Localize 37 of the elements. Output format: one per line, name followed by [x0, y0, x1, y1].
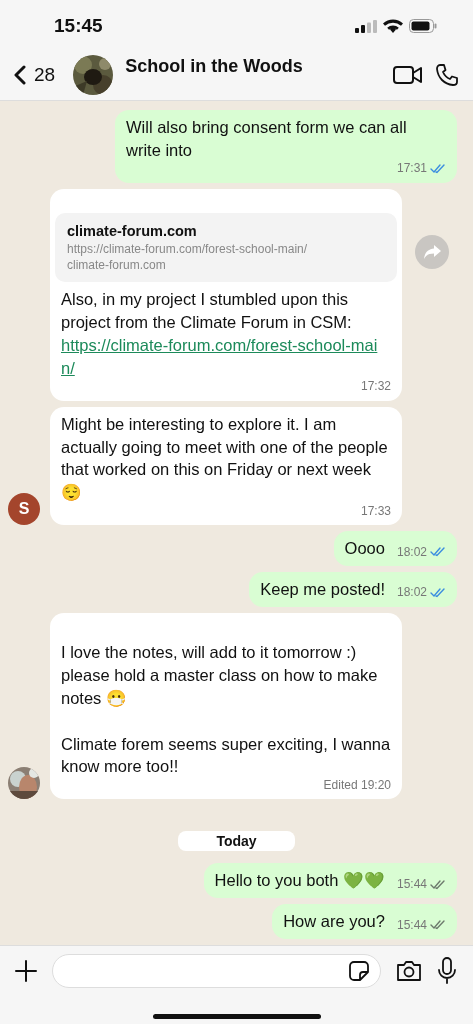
- message-time: 17:31: [396, 161, 427, 176]
- status-time: 15:45: [54, 15, 103, 37]
- back-icon[interactable]: [14, 65, 26, 85]
- preview-url: https://climate-forum.com/forest-school-main/: [67, 240, 309, 258]
- message-link[interactable]: https://climate-forum.com/forest-school-main/: [61, 333, 391, 380]
- video-call-icon[interactable]: [393, 65, 423, 85]
- microphone-icon[interactable]: [437, 957, 457, 985]
- message-text: Keep me posted!: [260, 578, 385, 600]
- wifi-icon: [383, 18, 403, 34]
- sender-avatar[interactable]: S: [8, 493, 40, 526]
- message-text: How are you?: [283, 911, 385, 933]
- message-text: Also, in my project I stumbled upon this project from the Climate Forum in CSM:: [61, 289, 353, 334]
- message-text: Hello to you both 💚💚: [214, 870, 385, 892]
- signal-icon: [355, 19, 377, 33]
- message-time: Edited 19:20: [323, 778, 391, 793]
- message-input-field[interactable]: [52, 954, 381, 988]
- chat-title[interactable]: School in the Woods: [125, 52, 381, 77]
- battery-icon: [409, 19, 437, 33]
- message-text: Oooo: [344, 538, 385, 560]
- link-preview[interactable]: climate-forum.com https://climate-forum.com/forest-school-main/ climate-forum.com: [55, 212, 397, 283]
- message-time: 17:32: [360, 379, 391, 394]
- message-time: 15:44: [396, 917, 427, 932]
- message-time: 17:33: [360, 503, 391, 519]
- message-text: I love the notes, will add to it tomorrow :) please hold a master class on how to make notes 😷 Climate forem seems super exciting, I wanna know more too!!: [61, 642, 391, 778]
- phone-call-icon[interactable]: [435, 63, 459, 87]
- message-time: 15:44: [396, 876, 427, 892]
- camera-icon[interactable]: [395, 959, 423, 983]
- sticker-icon[interactable]: [348, 960, 370, 982]
- preview-domain: climate-forum.com: [67, 257, 167, 275]
- preview-title: climate-forum.com: [67, 221, 198, 241]
- plus-icon[interactable]: [14, 959, 38, 983]
- message-text: Will also bring consent form we can all write into: [126, 116, 408, 161]
- message-time: 18:02: [396, 544, 427, 559]
- message-time: 18:02: [396, 585, 427, 600]
- date-chip: Today: [178, 831, 295, 852]
- message-text: Might be interesting to explore it. I am actually going to meet with one of the people that worked on this on Friday or next week 😌: [61, 413, 389, 504]
- back-button[interactable]: 28: [14, 64, 56, 86]
